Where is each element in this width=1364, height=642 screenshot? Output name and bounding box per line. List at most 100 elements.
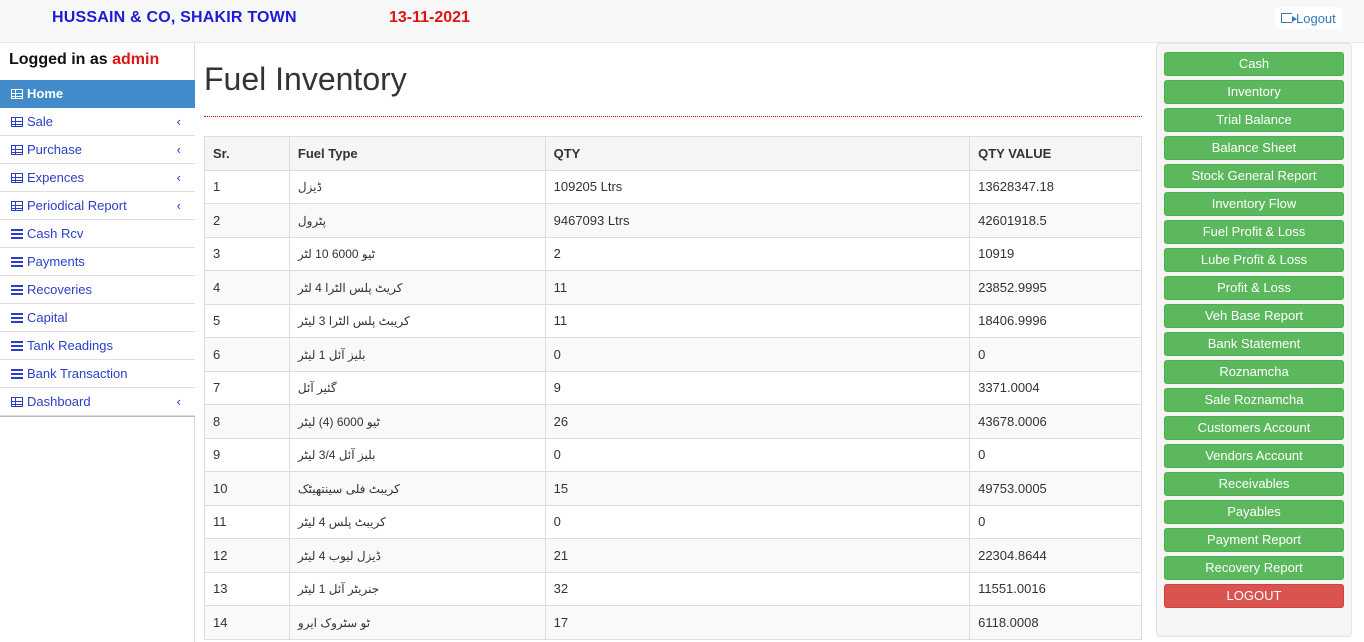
lube-profit-loss-button[interactable]: Lube Profit & Loss — [1164, 248, 1344, 272]
fuel-type-text: کریبٹ فلی سینتھیٹک — [297, 481, 400, 496]
fuel-profit-loss-button[interactable]: Fuel Profit & Loss — [1164, 220, 1344, 244]
chevron-left-icon[interactable]: ‹ — [177, 114, 181, 129]
cell-fuel-type: ڈیزل — [288, 169, 546, 204]
cell-sr: 1 — [204, 169, 290, 204]
table-row: 3 ٹیو 6000 10 لٹر 2 10919 — [204, 236, 1142, 271]
logout-button[interactable]: LOGOUT — [1164, 584, 1344, 608]
cell-qty-value: 10919 — [969, 236, 1142, 271]
cell-sr: 6 — [204, 337, 290, 372]
cell-sr: 12 — [204, 538, 290, 573]
recovery-report-button[interactable]: Recovery Report — [1164, 556, 1344, 580]
cell-qty: 9467093 Ltrs — [544, 203, 971, 238]
sidebar-item-bank-transaction[interactable]: Bank Transaction — [0, 360, 195, 388]
cell-qty-value: 11551.0016 — [969, 571, 1142, 606]
cell-qty: 9 — [544, 370, 971, 405]
chevron-left-icon[interactable]: ‹ — [177, 394, 181, 409]
vendors-account-button[interactable]: Vendors Account — [1164, 444, 1344, 468]
balance-sheet-button[interactable]: Balance Sheet — [1164, 136, 1344, 160]
receivables-button[interactable]: Receivables — [1164, 472, 1344, 496]
chevron-left-icon[interactable]: ‹ — [177, 198, 181, 213]
bank-statement-button[interactable]: Bank Statement — [1164, 332, 1344, 356]
chevron-left-icon[interactable]: ‹ — [177, 170, 181, 185]
sidebar-item-dashboard[interactable]: Dashboard ‹ — [0, 388, 195, 416]
fuel-type-text: ڈیزل — [297, 180, 322, 195]
cell-qty: 32 — [544, 571, 971, 606]
fuel-type-text: کریٹ پلس الٹرا 4 لٹر — [297, 280, 403, 295]
fuel-type-text: گئیر آئل — [297, 381, 337, 396]
cell-qty-value: 0 — [969, 504, 1142, 539]
profit-loss-button[interactable]: Profit & Loss — [1164, 276, 1344, 300]
payment-report-button[interactable]: Payment Report — [1164, 528, 1344, 552]
logout-link[interactable]: Logout — [1275, 7, 1342, 29]
company-name[interactable]: HUSSAIN & CO, SHAKIR TOWN — [52, 9, 297, 27]
cell-fuel-type: کریبٹ پلس الٹرا 3 لیٹر — [288, 303, 546, 338]
cell-fuel-type: ٹیو 6000 10 لٹر — [288, 236, 546, 271]
inventory-flow-button[interactable]: Inventory Flow — [1164, 192, 1344, 216]
sidebar-item-purchase[interactable]: Purchase ‹ — [0, 136, 195, 164]
fuel-type-text: ٹیو 6000 10 لٹر — [297, 247, 376, 262]
cell-qty-value: 0 — [969, 337, 1142, 372]
table-icon — [11, 396, 23, 407]
sidebar-item-home[interactable]: Home — [0, 80, 195, 108]
cell-sr: 8 — [204, 404, 290, 439]
cell-fuel-type: کریٹ پلس الٹرا 4 لٹر — [288, 270, 546, 305]
sale-roznamcha-button[interactable]: Sale Roznamcha — [1164, 388, 1344, 412]
list-icon — [11, 312, 23, 323]
sidebar-item-label: Periodical Report — [27, 198, 127, 213]
trial-balance-button[interactable]: Trial Balance — [1164, 108, 1344, 132]
sidebar-item-capital[interactable]: Capital — [0, 304, 195, 332]
table-row: 10 کریبٹ فلی سینتھیٹک 15 49753.0005 — [204, 471, 1142, 506]
table-icon — [11, 116, 23, 127]
sidebar-item-label: Capital — [27, 310, 68, 325]
table-icon — [11, 200, 23, 211]
cell-qty-value: 22304.8644 — [969, 538, 1142, 573]
veh-base-report-button[interactable]: Veh Base Report — [1164, 304, 1344, 328]
top-navbar: HUSSAIN & CO, SHAKIR TOWN 13-11-2021 Log… — [0, 0, 1364, 43]
sidebar-item-sale[interactable]: Sale ‹ — [0, 108, 195, 136]
fuel-type-text: کریبٹ پلس الٹرا 3 لیٹر — [297, 314, 410, 329]
cell-fuel-type: جنریٹر آئل 1 لیٹر — [288, 571, 546, 606]
cell-qty: 21 — [544, 538, 971, 573]
sidebar-item-cash-rcv[interactable]: Cash Rcv — [0, 220, 195, 248]
cell-sr: 11 — [204, 504, 290, 539]
cell-qty: 109205 Ltrs — [544, 169, 971, 204]
sidebar-item-recoveries[interactable]: Recoveries — [0, 276, 195, 304]
sidebar-item-label: Tank Readings — [27, 338, 113, 353]
sidebar-item-expences[interactable]: Expences ‹ — [0, 164, 195, 192]
cell-qty: 17 — [544, 605, 971, 640]
cell-qty-value: 49753.0005 — [969, 471, 1142, 506]
fuel-type-text: بلیز آئل 3/4 لیٹر — [297, 448, 376, 463]
logged-in-prefix: Logged in as — [9, 51, 108, 68]
fuel-type-text: جنریٹر آئل 1 لیٹر — [297, 582, 380, 597]
table-row: 6 بلیز آئل 1 لیٹر 0 0 — [204, 337, 1142, 372]
cell-fuel-type: پٹرول — [288, 203, 546, 238]
sidebar-item-periodical-report[interactable]: Periodical Report ‹ — [0, 192, 195, 220]
page-title: Fuel Inventory — [204, 61, 407, 97]
table-row: 5 کریبٹ پلس الٹرا 3 لیٹر 11 18406.9996 — [204, 303, 1142, 338]
cell-qty-value: 42601918.5 — [969, 203, 1142, 238]
cell-fuel-type: بلیز آئل 1 لیٹر — [288, 337, 546, 372]
stock-general-report-button[interactable]: Stock General Report — [1164, 164, 1344, 188]
cell-qty-value: 0 — [969, 437, 1142, 472]
cell-qty-value: 3371.0004 — [969, 370, 1142, 405]
table-icon — [11, 172, 23, 183]
cell-sr: 7 — [204, 370, 290, 405]
cell-sr: 13 — [204, 571, 290, 606]
cell-sr: 5 — [204, 303, 290, 338]
roznamcha-button[interactable]: Roznamcha — [1164, 360, 1344, 384]
list-icon — [11, 368, 23, 379]
chevron-left-icon[interactable]: ‹ — [177, 142, 181, 157]
customers-account-button[interactable]: Customers Account — [1164, 416, 1344, 440]
cell-fuel-type: کریبٹ فلی سینتھیٹک — [288, 471, 546, 506]
inventory-button[interactable]: Inventory — [1164, 80, 1344, 104]
sidebar-item-payments[interactable]: Payments — [0, 248, 195, 276]
sidebar-item-label: Bank Transaction — [27, 366, 128, 381]
cell-sr: 9 — [204, 437, 290, 472]
table-icon — [11, 144, 23, 155]
cash-button[interactable]: Cash — [1164, 52, 1344, 76]
table-header-row: Sr. Fuel Type QTY QTY VALUE — [204, 136, 1142, 171]
sidebar-nav: Home Sale ‹ Purchase ‹ Expences ‹ Periodical Re… — [0, 80, 195, 417]
sidebar-item-tank-readings[interactable]: Tank Readings — [0, 332, 195, 360]
payables-button[interactable]: Payables — [1164, 500, 1344, 524]
fuel-type-text: کریبٹ پلس 4 لیٹر — [297, 515, 386, 530]
